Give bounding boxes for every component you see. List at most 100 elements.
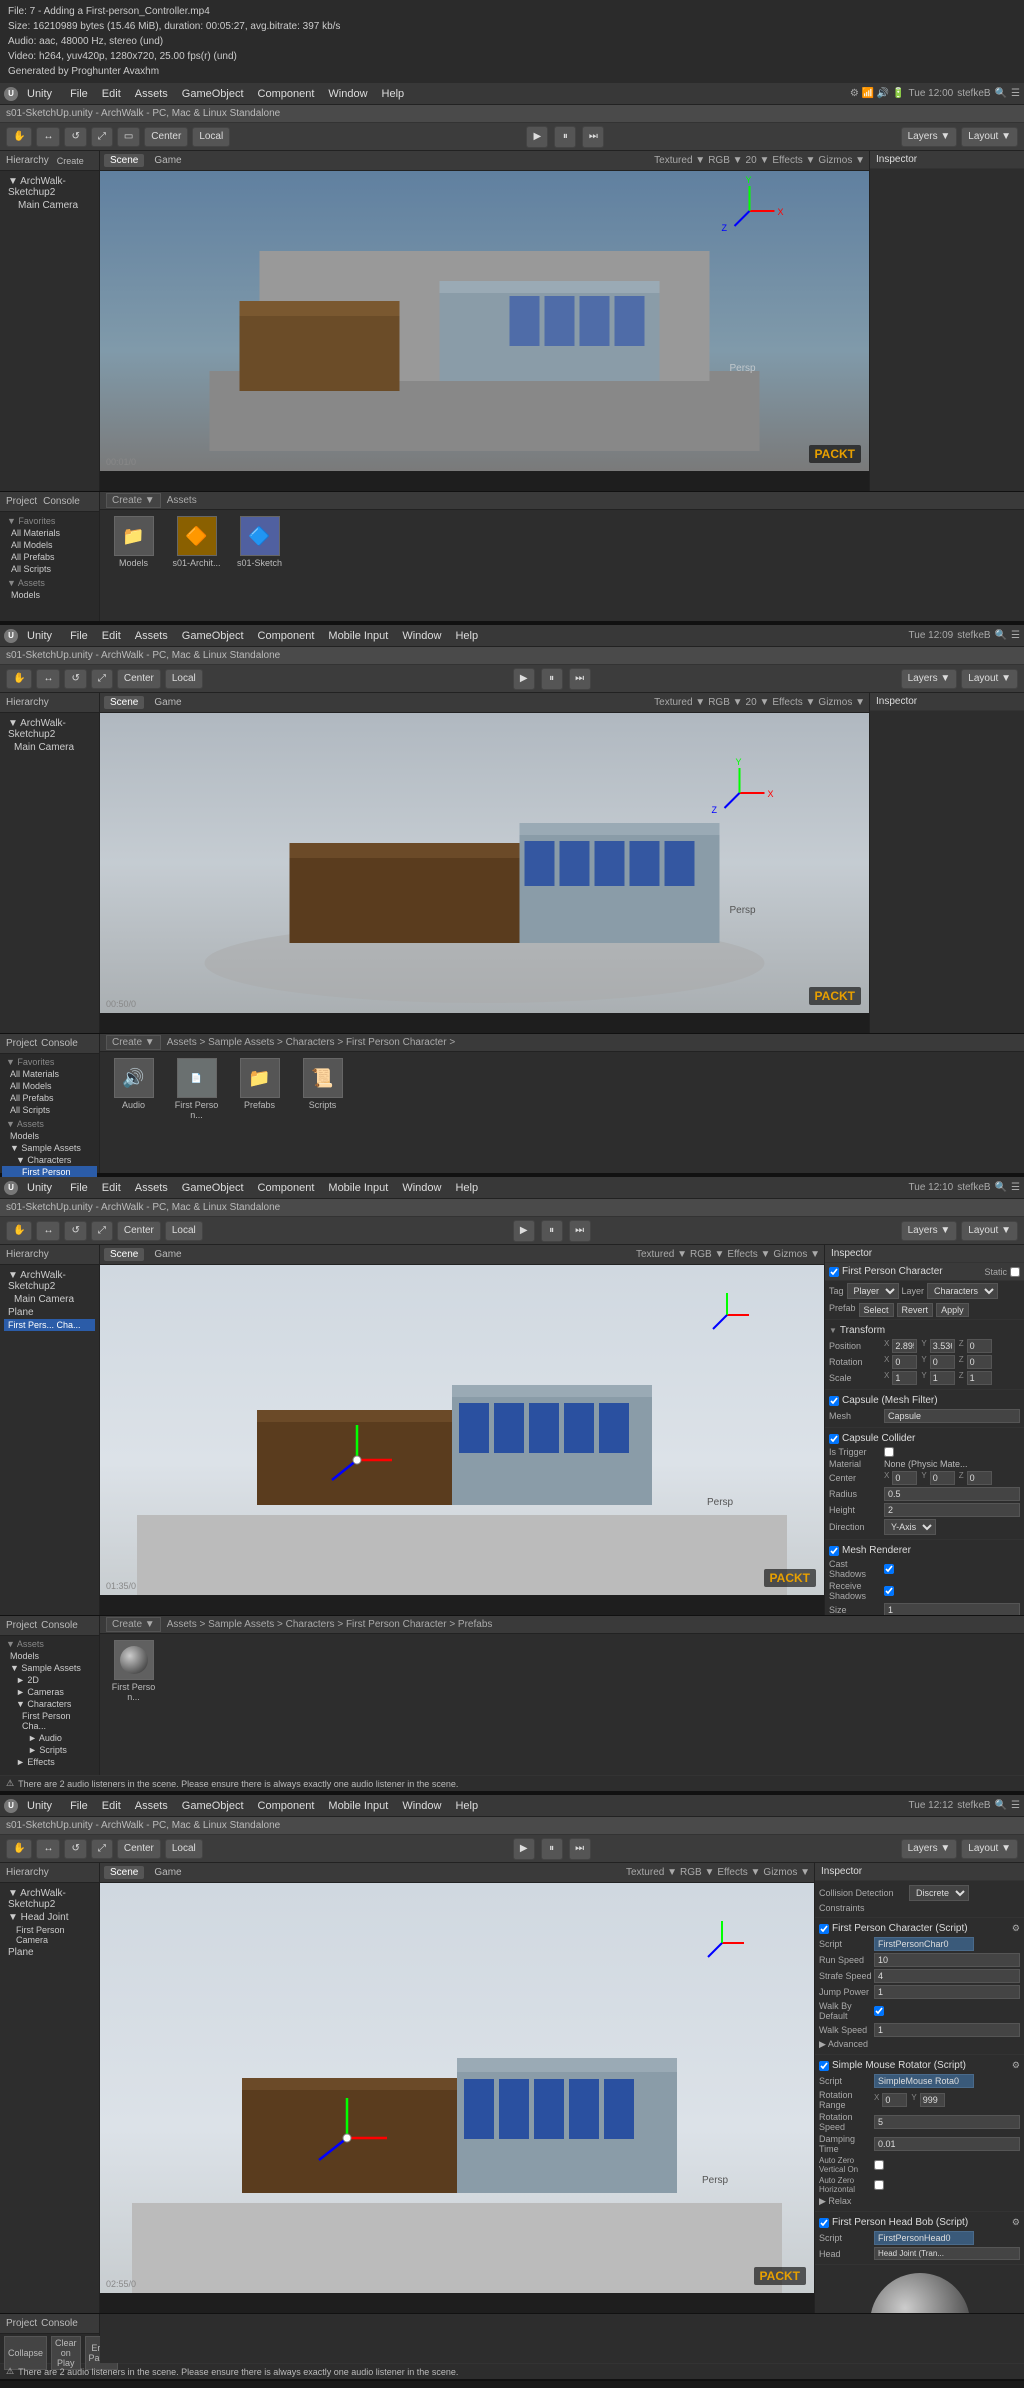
edit-menu[interactable]: Edit xyxy=(96,86,127,102)
window-menu-4[interactable]: Window xyxy=(396,1798,447,1814)
rotspeed-value-4[interactable] xyxy=(874,2115,1020,2129)
play-button-3[interactable]: ▶ xyxy=(513,1220,535,1242)
damping-value-4[interactable] xyxy=(874,2137,1020,2151)
space-btn-3[interactable]: Local xyxy=(165,1221,203,1241)
fpscript-header-4[interactable]: First Person Character (Script) ⚙ xyxy=(819,1921,1020,1936)
castshadow-check-3[interactable] xyxy=(884,1564,894,1574)
game-tab-1[interactable]: Game xyxy=(148,154,187,167)
asset-firstperson[interactable]: 📄 First Person... xyxy=(169,1058,224,1120)
project-tab-2[interactable]: Project xyxy=(6,1038,37,1049)
asset-scripts[interactable]: 📜 Scripts xyxy=(295,1058,350,1120)
menu-icon-1[interactable]: ☰ xyxy=(1011,88,1020,99)
asset-firstperson-prefab[interactable]: First Person... xyxy=(106,1640,161,1702)
help-menu-4[interactable]: Help xyxy=(449,1798,484,1814)
component-menu-4[interactable]: Component xyxy=(252,1798,321,1814)
colldetect-dropdown-4[interactable]: Discrete xyxy=(909,1885,969,1901)
cameras-3[interactable]: ► Cameras xyxy=(2,1686,97,1698)
meshrenderer-check-3[interactable] xyxy=(829,1546,839,1556)
runspeed-value-4[interactable] xyxy=(874,1953,1020,1967)
all-materials-1[interactable]: All Materials xyxy=(3,527,96,539)
hierarchy-item-archwalk1[interactable]: ▼ ArchWalk-Sketchup2 xyxy=(4,175,95,199)
sampleassets-3[interactable]: ▼ Sample Assets xyxy=(2,1662,97,1674)
create-btn-1[interactable]: Create ▼ xyxy=(106,493,161,508)
chars-3[interactable]: ▼ Characters xyxy=(2,1698,97,1710)
tool-rotate-2[interactable]: ↺ xyxy=(64,669,86,689)
file-menu[interactable]: File xyxy=(64,86,94,102)
scripts-3[interactable]: ► Scripts xyxy=(2,1744,97,1756)
recvshadow-check-3[interactable] xyxy=(884,1586,894,1596)
unity-menu-3[interactable]: Unity xyxy=(21,1180,58,1196)
assets-menu-3[interactable]: Assets xyxy=(129,1180,174,1196)
tool-rotate-3[interactable]: ↺ xyxy=(64,1221,86,1241)
rgb-opt-4[interactable]: RGB ▼ xyxy=(680,1867,714,1878)
pause-button-4[interactable]: ⏸ xyxy=(541,1838,563,1860)
h-firstpersoncam4[interactable]: First Person Camera xyxy=(4,1924,95,1946)
layers-btn-4[interactable]: Layers ▼ xyxy=(901,1839,958,1859)
clearonplay-btn-4[interactable]: Clear on Play xyxy=(51,2336,81,2370)
pause-button[interactable]: ⏸ xyxy=(554,126,576,148)
center-x-3[interactable] xyxy=(892,1471,917,1485)
headbob-header-4[interactable]: First Person Head Bob (Script) ⚙ xyxy=(819,2215,1020,2230)
tool-rotate-4[interactable]: ↺ xyxy=(64,1839,86,1859)
pivot-btn-4[interactable]: Center xyxy=(117,1839,161,1859)
project-tab-1[interactable]: Project xyxy=(6,496,37,507)
asset-archit[interactable]: 🔶 s01-Archit... xyxy=(169,516,224,568)
rot-x-3[interactable] xyxy=(892,1355,917,1369)
direction-dropdown-3[interactable]: Y-Axis xyxy=(884,1519,936,1535)
obj-active-check[interactable] xyxy=(829,1267,839,1277)
assets-menu-4[interactable]: Assets xyxy=(129,1798,174,1814)
assets-menu-2[interactable]: Assets xyxy=(129,628,174,644)
tool-hand-4[interactable]: ✋ xyxy=(6,1839,32,1859)
rotrange-y-4[interactable] xyxy=(920,2093,945,2107)
hierarchy-item-maincamera1[interactable]: Main Camera xyxy=(4,199,95,212)
component-menu[interactable]: Component xyxy=(252,86,321,102)
static-check-3[interactable] xyxy=(1010,1267,1020,1277)
window-menu[interactable]: Window xyxy=(322,86,373,102)
tool-move-2[interactable]: ↔ xyxy=(36,669,60,689)
edit-menu-2[interactable]: Edit xyxy=(96,628,127,644)
rot-z-3[interactable] xyxy=(967,1355,992,1369)
transform-header-3[interactable]: ▼ Transform xyxy=(829,1323,1020,1338)
assets-menu[interactable]: Assets xyxy=(129,86,174,102)
scale-z-3[interactable] xyxy=(967,1371,992,1385)
layout-btn[interactable]: Layout ▼ xyxy=(961,127,1018,147)
menu-icon-2[interactable]: ☰ xyxy=(1011,630,1020,641)
effects-opt-4[interactable]: Effects ▼ xyxy=(717,1867,760,1878)
mouserotat-header-4[interactable]: Simple Mouse Rotator (Script) ⚙ xyxy=(819,2058,1020,2073)
rgb-opt-3[interactable]: RGB ▼ xyxy=(690,1249,724,1260)
asset-audio[interactable]: 🔊 Audio xyxy=(106,1058,161,1120)
textured-opt-4[interactable]: Textured ▼ xyxy=(626,1867,677,1878)
models-3[interactable]: Models xyxy=(2,1650,97,1662)
capsulecollider-header-3[interactable]: Capsule Collider xyxy=(829,1431,1020,1446)
help-menu-3[interactable]: Help xyxy=(449,1180,484,1196)
hierarchy-create-1[interactable]: Create xyxy=(53,155,88,167)
console-tab-1[interactable]: Console xyxy=(43,496,80,507)
layers-btn[interactable]: Layers ▼ xyxy=(901,127,958,147)
collider-check-3[interactable] xyxy=(829,1434,839,1444)
textured-opt-3[interactable]: Textured ▼ xyxy=(636,1249,687,1260)
all-scripts-2[interactable]: All Scripts xyxy=(2,1104,97,1116)
help-menu-2[interactable]: Help xyxy=(449,628,484,644)
mouserotat-check-4[interactable] xyxy=(819,2061,829,2071)
asset-sketch[interactable]: 🔷 s01-Sketch xyxy=(232,516,287,568)
menu-icon-3[interactable]: ☰ xyxy=(1011,1182,1020,1193)
center-y-3[interactable] xyxy=(930,1471,955,1485)
step-button-3[interactable]: ⏭ xyxy=(569,1220,591,1242)
tool-hand-3[interactable]: ✋ xyxy=(6,1221,32,1241)
space-btn-2[interactable]: Local xyxy=(165,669,203,689)
collapse-btn-4[interactable]: Collapse xyxy=(4,2336,47,2370)
file-menu-4[interactable]: File xyxy=(64,1798,94,1814)
layout-btn-2[interactable]: Layout ▼ xyxy=(961,669,1018,689)
height-value-3[interactable] xyxy=(884,1503,1020,1517)
walkdefault-check-4[interactable] xyxy=(874,2006,884,2016)
pos-y-3[interactable] xyxy=(930,1339,955,1353)
tool-scale-4[interactable]: ⤢ xyxy=(91,1839,113,1859)
console-tab-4[interactable]: Console xyxy=(41,2318,78,2329)
tool-move-4[interactable]: ↔ xyxy=(36,1839,60,1859)
project-tab-3[interactable]: Project xyxy=(6,1620,37,1631)
window-menu-2[interactable]: Window xyxy=(396,628,447,644)
twod-3[interactable]: ► 2D xyxy=(2,1674,97,1686)
textured-opt[interactable]: Textured ▼ xyxy=(654,155,705,166)
fpscript-scriptvalue-4[interactable] xyxy=(874,1937,974,1951)
strafespeed-value-4[interactable] xyxy=(874,1969,1020,1983)
